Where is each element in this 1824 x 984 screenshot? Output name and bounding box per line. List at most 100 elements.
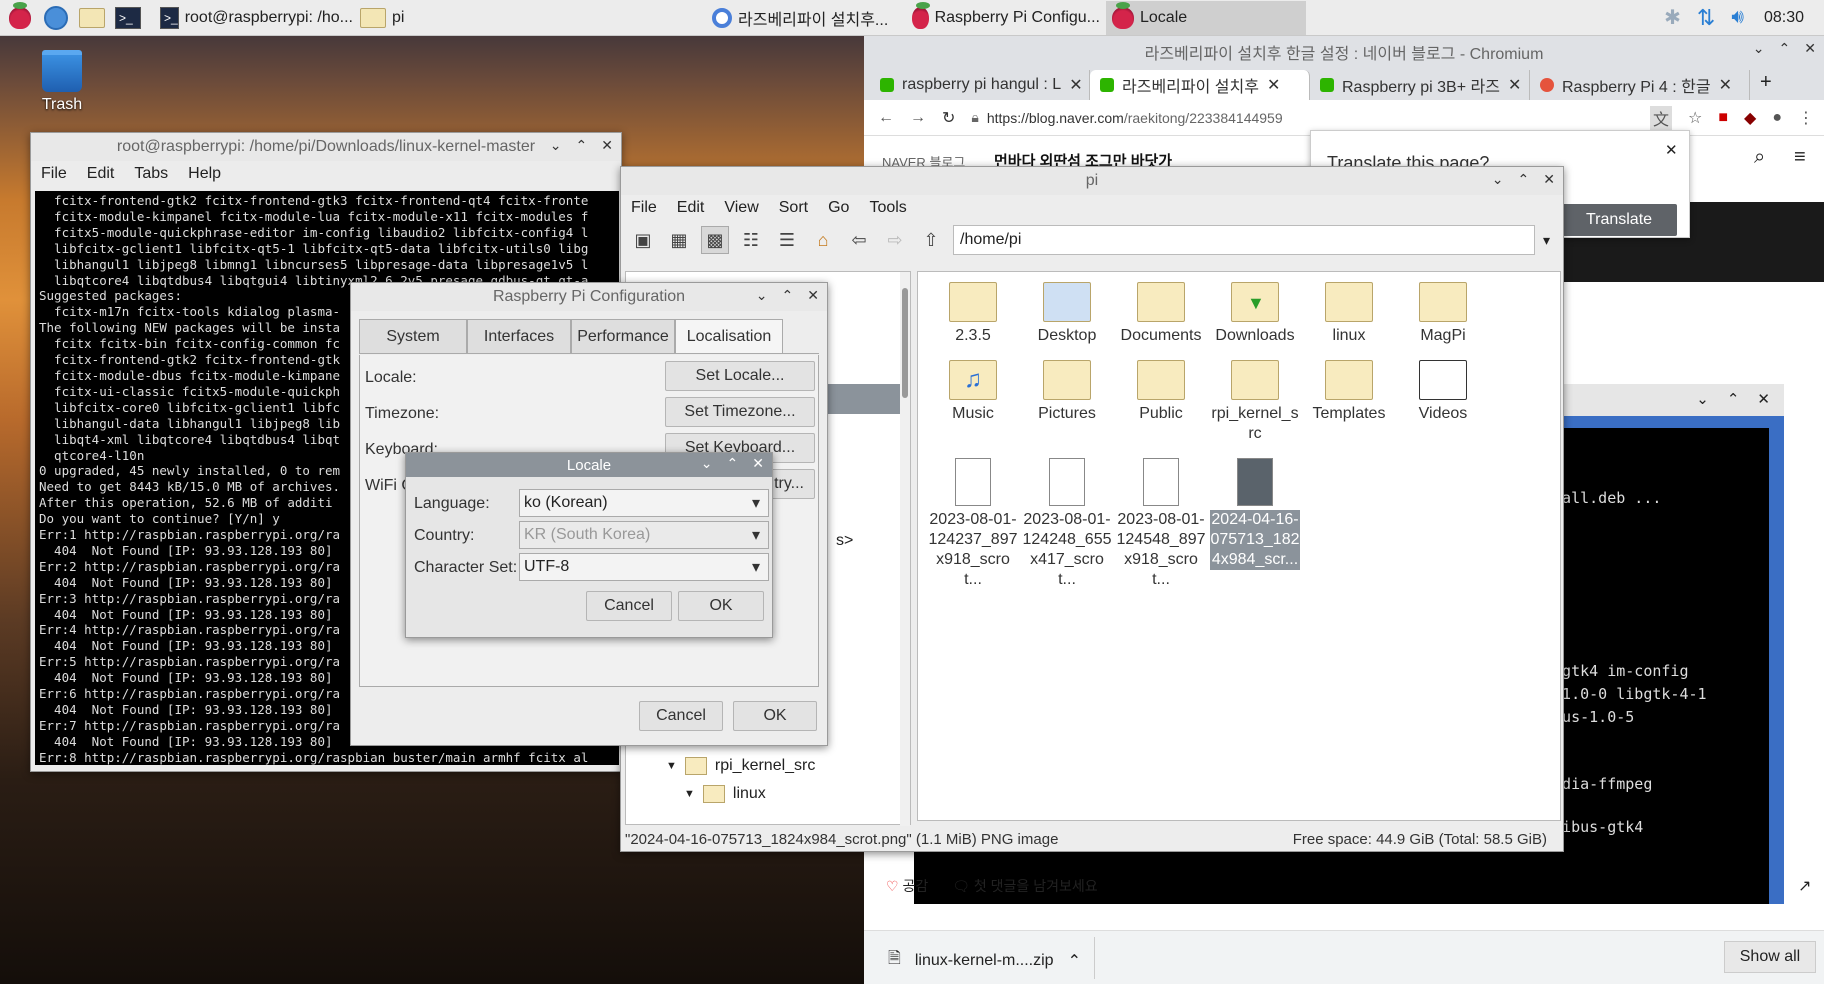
minimize-icon[interactable]: ⌄ [756,287,768,304]
close-icon[interactable]: ✕ [752,455,764,472]
folder-item[interactable]: linux [1304,282,1394,346]
back-icon[interactable]: ← [878,109,894,127]
share-icon[interactable]: ↗ [1798,876,1811,896]
menu-icon[interactable]: ⋮ [1798,108,1814,128]
browser-launcher-icon[interactable] [40,3,72,33]
maximize-icon[interactable]: ⌃ [782,287,794,304]
minimize-icon[interactable]: ⌄ [550,137,562,154]
close-tab-icon[interactable]: ✕ [1069,75,1082,95]
set-timezone-button[interactable]: Set Timezone... [665,397,815,427]
tab-localisation[interactable]: Localisation [675,319,783,353]
new-window-icon[interactable]: ▣ [629,226,657,254]
back-icon[interactable]: ⇦ [845,226,873,254]
address-bar[interactable]: 🔒︎ https://blog.naver.com/raekitong/2233… [971,104,1634,132]
extension-icon[interactable]: ■ [1718,109,1728,127]
tab-system[interactable]: System [359,319,467,353]
folder-item[interactable]: Pictures [1022,360,1112,424]
compact-view-icon[interactable]: ☷ [737,226,765,254]
path-history-dropdown-icon[interactable]: ▾ [1543,232,1550,249]
tree-item-linux[interactable]: ▼ linux [684,785,766,803]
close-icon[interactable]: ✕ [1804,40,1816,57]
menu-view[interactable]: View [724,199,758,217]
close-icon[interactable]: ✕ [807,287,819,304]
file-manager-launcher-icon[interactable] [76,3,108,33]
taskbar-terminal-button[interactable]: >_ root@raspberrypi: /ho... [154,1,354,35]
config-ok-button[interactable]: OK [733,701,817,731]
maximize-icon[interactable]: ⌃ [576,137,588,154]
menu-go[interactable]: Go [828,199,849,217]
network-icon[interactable]: ⇅ [1697,5,1715,31]
taskbar-chromium-button[interactable]: 라즈베리파이 설치후... [706,1,906,35]
file-item[interactable]: 2023-08-01-124248_655x417_scrot... [1022,458,1112,590]
maximize-icon[interactable]: ⌃ [1518,171,1530,188]
folder-item[interactable]: MagPi [1398,282,1488,346]
taskbar-config-button[interactable]: Raspberry Pi Configu... [906,1,1106,35]
folder-item[interactable]: ♫ Music [928,360,1018,424]
desktop-trash[interactable]: Trash [36,50,88,114]
minimize-icon[interactable]: ⌄ [1492,171,1504,188]
charset-select[interactable]: UTF-8 [519,553,769,581]
tree-scroll-thumb[interactable] [902,288,908,398]
download-item[interactable]: 🗎︎ linux-kernel-m....zip ⌃ [888,947,1081,974]
list-view-icon[interactable]: ☰ [773,226,801,254]
maximize-icon[interactable]: ⌃ [727,455,739,472]
menu-tabs[interactable]: Tabs [134,165,168,183]
tab-performance[interactable]: Performance [571,319,675,353]
folder-item[interactable]: ▼ Downloads [1210,282,1300,346]
close-tab-icon[interactable]: ✕ [1508,75,1521,95]
tab-raspberry-4[interactable]: Raspberry Pi 4 : 한글 ✕ [1530,70,1750,100]
folder-item[interactable]: Desktop [1022,282,1112,346]
menu-help[interactable]: Help [188,165,221,183]
minimize-icon[interactable]: ⌄ [1753,40,1765,57]
new-tab-icon[interactable]: + [1750,71,1772,100]
country-select[interactable]: KR (South Korea) [519,521,769,549]
folder-item[interactable]: 2.3.5 [928,282,1018,346]
translate-button[interactable]: Translate [1561,204,1677,236]
search-icon[interactable]: ⌕ [1754,146,1765,169]
menu-file[interactable]: File [41,165,67,183]
close-icon[interactable]: ✕ [601,137,613,154]
show-all-button[interactable]: Show all [1724,941,1816,973]
tab-raspberry-hangul[interactable]: raspberry pi hangul : L ✕ [870,70,1090,100]
bluetooth-icon[interactable]: ✱ [1664,5,1681,30]
tree-scrollbar[interactable] [900,272,910,826]
file-grid[interactable]: 2.3.5 Desktop Documents ▼ Downloads linux… [917,271,1561,821]
close-icon[interactable]: ✕ [1665,141,1678,159]
forward-icon[interactable]: ⇨ [881,226,909,254]
icon-view-icon[interactable]: ▦ [665,226,693,254]
folder-item[interactable]: Documents [1116,282,1206,346]
taskbar-folder-button[interactable]: pi [354,1,534,35]
close-tab-icon[interactable]: ✕ [1267,75,1280,95]
language-select[interactable]: ko (Korean) [519,489,769,517]
tab-raspberry-3b[interactable]: Raspberry pi 3B+ 라즈 ✕ [1310,70,1530,100]
like-button[interactable]: ♡ 공감 [886,876,928,896]
tab-interfaces[interactable]: Interfaces [467,319,571,353]
translate-icon[interactable]: 文 [1649,105,1672,130]
folder-item[interactable]: Templates [1304,360,1394,424]
menu-file[interactable]: File [631,199,657,217]
locale-ok-button[interactable]: OK [678,591,764,621]
bookmark-star-icon[interactable]: ☆ [1688,108,1702,128]
file-item[interactable]: 2023-08-01-124548_897x918_scrot... [1116,458,1206,590]
hamburger-icon[interactable]: ≡ [1794,146,1806,169]
folder-item[interactable]: Public [1116,360,1206,424]
terminal-launcher-icon[interactable]: >_ [112,3,144,33]
expander-icon[interactable]: ▼ [684,788,695,800]
reload-icon[interactable]: ↻ [942,108,955,128]
file-item-selected[interactable]: 2024-04-16-075713_1824x984_scr... [1210,458,1300,570]
folder-item[interactable]: Videos [1398,360,1488,424]
close-tab-icon[interactable]: ✕ [1719,75,1732,95]
extension-ublock-icon[interactable]: ◆ [1744,108,1756,128]
up-icon[interactable]: ⇧ [917,226,945,254]
path-input[interactable]: /home/pi [953,225,1535,255]
taskbar-locale-button[interactable]: Locale [1106,0,1306,35]
chevron-up-icon[interactable]: ⌃ [1068,951,1081,971]
thumbnail-view-icon[interactable]: ▩ [701,226,729,254]
comment-button[interactable]: 🗨︎ 첫 댓글을 남겨보세요 [952,876,1097,896]
config-cancel-button[interactable]: Cancel [639,701,723,731]
forward-icon[interactable]: → [910,109,926,127]
menu-tools[interactable]: Tools [869,199,906,217]
file-item[interactable]: 2023-08-01-124237_897x918_scrot... [928,458,1018,590]
folder-item[interactable]: rpi_kernel_src [1210,360,1300,444]
menu-edit[interactable]: Edit [677,199,705,217]
